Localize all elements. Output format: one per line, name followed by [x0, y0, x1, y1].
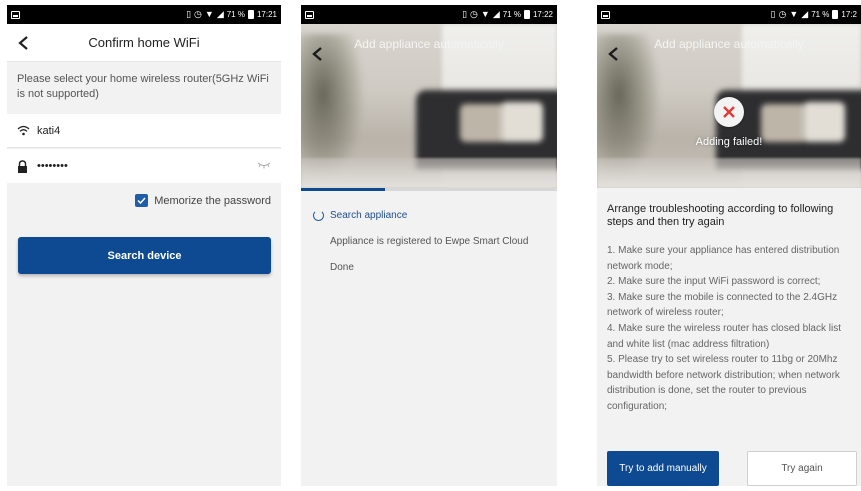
back-arrow-icon[interactable] — [17, 35, 31, 50]
battery-percent: 71 % — [226, 10, 245, 19]
lock-icon — [17, 159, 31, 173]
password-field[interactable]: •••••••• — [7, 149, 281, 183]
gallery-notification-icon — [11, 10, 20, 19]
gallery-notification-icon — [305, 10, 314, 19]
battery-percent: 71 % — [811, 10, 830, 19]
page-title: Add appliance automatically — [354, 37, 504, 51]
show-password-eye-icon[interactable] — [257, 160, 271, 172]
cell-signal-icon: ◢ — [801, 9, 809, 19]
progress-bar — [301, 188, 557, 191]
battery-icon — [523, 10, 530, 19]
wifi-icon — [17, 125, 31, 136]
top-bar: Confirm home WiFi — [7, 24, 281, 62]
troubleshoot-item: 5. Please try to set wireless router to … — [607, 354, 840, 412]
action-buttons: Try to add manually Try again — [607, 451, 857, 486]
clock: 17:22 — [532, 10, 553, 19]
cell-signal-icon: ◢ — [492, 9, 500, 19]
battery-icon — [832, 10, 839, 19]
wifi-network-field[interactable]: kati4 — [7, 114, 281, 148]
battery-icon — [247, 10, 254, 19]
add-manually-button[interactable]: Try to add manually — [607, 451, 719, 486]
battery-percent: 71 % — [502, 10, 521, 19]
progress-fill — [301, 188, 386, 191]
sim-icon: ▯ — [462, 9, 468, 19]
status-bar: ▯ ◷ ▼ ◢ 71 % 17:21 — [7, 5, 281, 24]
alarm-icon: ◷ — [778, 9, 787, 19]
failure-indicator: Adding failed! — [597, 97, 861, 148]
wifi-signal-icon: ▼ — [789, 9, 799, 19]
troubleshoot-heading: Arrange troubleshooting according to fol… — [607, 203, 834, 228]
wifi-signal-icon: ▼ — [204, 9, 214, 19]
cell-signal-icon: ◢ — [216, 9, 224, 19]
step-list: Search appliance Appliance is registered… — [313, 202, 551, 280]
troubleshoot-item: 4. Make sure the wireless router has clo… — [607, 322, 841, 350]
step-search-appliance: Search appliance — [313, 202, 551, 228]
troubleshoot-item: 1. Make sure your appliance has entered … — [607, 245, 840, 272]
step-done: Done — [330, 261, 354, 273]
sim-icon: ▯ — [186, 9, 192, 19]
clock: 17:21 — [256, 10, 277, 19]
troubleshoot-item: 2. Make sure the input WiFi password is … — [607, 276, 821, 288]
memorize-label: Memorize the password — [154, 194, 271, 207]
wifi-signal-icon: ▼ — [480, 9, 490, 19]
add-appliance-progress-screen: ▯ ◷ ▼ ◢ 71 % 17:22 Add appliance automat… — [301, 5, 557, 486]
gallery-notification-icon — [601, 10, 610, 19]
memorize-password-checkbox[interactable]: Memorize the password — [135, 194, 271, 207]
checkbox-checked-icon — [135, 194, 149, 207]
clock: 17:2 — [841, 10, 857, 19]
search-device-button[interactable]: Search device — [18, 237, 271, 274]
wifi-name: kati4 — [37, 124, 61, 137]
try-again-button[interactable]: Try again — [746, 451, 857, 486]
page-title: Confirm home WiFi — [88, 35, 200, 50]
alarm-icon: ◷ — [470, 9, 478, 19]
sim-icon: ▯ — [770, 9, 776, 19]
error-x-icon — [714, 97, 744, 127]
living-room-photo: Add appliance automatically — [301, 24, 557, 188]
step-register-cloud: Appliance is registered to Ewpe Smart Cl… — [330, 235, 529, 247]
failure-status: Adding failed! — [695, 136, 763, 148]
password-value: •••••••• — [37, 160, 68, 172]
confirm-wifi-screen: ▯ ◷ ▼ ◢ 71 % 17:21 Confirm home WiFi Ple… — [7, 5, 281, 486]
add-appliance-failed-screen: ▯ ◷ ▼ ◢ 71 % 17:2 Add appliance automati… — [597, 5, 861, 486]
status-bar: ▯ ◷ ▼ ◢ 71 % 17:2 — [597, 5, 861, 24]
troubleshoot-item: 3. Make sure the mobile is connected to … — [607, 291, 838, 319]
page-title: Add appliance automatically — [654, 37, 804, 51]
loading-spinner-icon — [313, 209, 324, 221]
troubleshoot-list: 1. Make sure your appliance has entered … — [607, 243, 859, 415]
status-bar: ▯ ◷ ▼ ◢ 71 % 17:22 — [301, 5, 557, 24]
router-hint: Please select your home wireless router(… — [7, 63, 281, 114]
alarm-icon: ◷ — [194, 9, 202, 19]
